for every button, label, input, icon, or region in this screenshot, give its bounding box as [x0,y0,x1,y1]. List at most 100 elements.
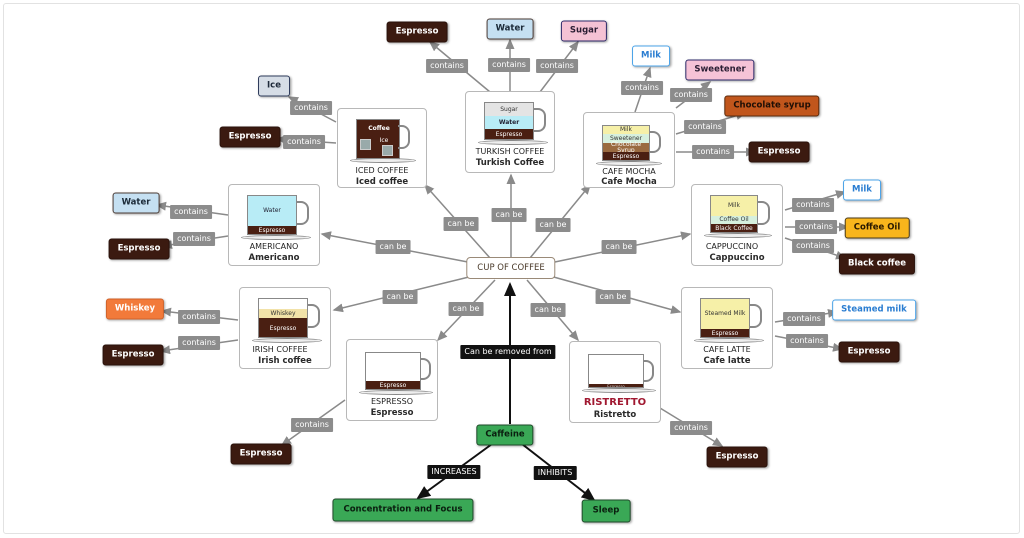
layer-milk: Milk [603,126,649,134]
edge-label-contains: contains [170,205,212,219]
drink-name: ESPRESSO [370,397,414,406]
edge-label-can-be: can be [448,302,484,316]
edge-label-can-be: can be [595,290,631,304]
layer-sugar: Sugar [485,103,533,116]
drink-name: IRISH COFFEE [252,345,308,354]
layer-espresso: Espresso [248,226,296,234]
layer-chocolate-syrup: Chocolate Syrup [603,141,649,153]
layer-espresso: Espresso [366,381,420,389]
topic-whiskey[interactable]: Whiskey [105,298,165,320]
topic-black-coffee[interactable]: Black coffee [838,253,916,275]
edge-label-contains: contains [178,310,220,324]
edge-label-can-be: can be [535,218,571,232]
edge-label-contains: contains [178,336,220,350]
edge-label-contains: contains [488,58,530,72]
topic-chocolate-syrup[interactable]: Chocolate syrup [724,95,820,117]
topic-espresso[interactable]: Espresso [108,238,170,260]
edge-label-contains: contains [290,101,332,115]
drink-card-turkish-coffee[interactable]: Sugar Water Espresso TURKISH COFFEE Turk… [465,91,555,173]
topic-espresso[interactable]: Espresso [838,341,900,363]
edge-label-can-be: can be [375,240,411,254]
layer-steamed-milk: Steamed Milk [701,299,749,329]
edge-label-can-be: can be [601,240,637,254]
drink-card-cafe-mocha[interactable]: Milk Sweetener Chocolate Syrup Espresso … [583,112,675,188]
drink-name: CAFE MOCHA [602,167,656,176]
drink-card-cappuccino[interactable]: Milk Coffee Oil Black Coffee CAPPUCCINO … [691,184,783,266]
cup-illustration: Coffee Ice [350,119,416,163]
cup-illustration: Sugar Water Espresso [478,102,548,146]
cup-illustration: Milk Sweetener Chocolate Syrup Espresso [596,125,662,166]
ice-cube-icon [360,139,371,150]
edge-label-contains: contains [291,418,333,432]
cup-illustration: Whiskey Espresso [252,298,322,344]
topic-espresso[interactable]: Espresso [386,21,448,43]
drink-card-espresso[interactable]: Espresso ESPRESSO Espresso [346,339,438,421]
edge-label-contains: contains [692,145,734,159]
drink-subtitle: Espresso [370,408,414,418]
topic-milk[interactable]: Milk [843,179,881,201]
edge-label-contains: contains [786,334,828,348]
layer-espresso: Espresso [485,129,533,139]
drink-subtitle: Americano [248,253,300,263]
drink-subtitle: Cafe Mocha [601,177,657,187]
drink-name: AMERICANO [249,242,299,251]
drink-subtitle: Irish coffee [258,356,312,366]
ice-cube-icon [382,145,393,156]
topic-espresso[interactable]: Espresso [219,126,281,148]
edge-label-increases: INCREASES [427,465,481,479]
drink-card-irish-coffee[interactable]: Whiskey Espresso IRISH COFFEE Irish coff… [239,287,331,369]
topic-espresso[interactable]: Espresso [706,446,768,468]
layer-milk: Milk [711,196,757,216]
cup-illustration: Water Espresso [241,195,311,241]
topic-coffee-oil[interactable]: Coffee Oil [844,217,910,239]
edge-label-contains: contains [670,88,712,102]
drink-subtitle: Cappuccino [709,253,765,263]
topic-espresso[interactable]: Espresso [102,344,164,366]
topic-ice[interactable]: Ice [258,75,290,97]
drink-name: CAPPUCCINO [705,242,759,251]
edge-label-can-be: can be [382,290,418,304]
layer-coffee: Coffee [368,125,390,132]
topic-milk[interactable]: Milk [632,45,670,67]
edge-label-contains: contains [426,59,468,73]
layer-espresso: Espresso [603,152,649,160]
topic-espresso[interactable]: Espresso [230,443,292,465]
edge-label-contains: contains [795,220,837,234]
topic-water[interactable]: Water [112,192,160,214]
topic-espresso[interactable]: Espresso [748,141,810,163]
drink-name: RISTRETTO [583,397,647,408]
layer-espresso: Espresso [701,329,749,337]
topic-water[interactable]: Water [486,18,534,40]
cup-illustration: Steamed Milk Espresso [694,298,764,344]
edge-label-contains: contains [684,120,726,134]
topic-sweetener[interactable]: Sweetener [685,59,755,81]
cup-illustration: Milk Coffee Oil Black Coffee [704,195,772,241]
edge-label-contains: contains [670,421,712,435]
topic-caffeine[interactable]: Caffeine [476,424,534,446]
drink-card-iced-coffee[interactable]: Coffee Ice ICED COFFEE Iced coffee [337,108,427,188]
drink-subtitle: Cafe latte [703,356,751,366]
edge-label-can-be: can be [491,208,527,222]
edge-label-can-be: can be [530,303,566,317]
topic-sleep[interactable]: Sleep [581,499,631,523]
topic-sugar[interactable]: Sugar [560,20,608,42]
layer-espresso: Espresso [259,318,307,337]
edge-label-can-be-removed-from: Can be removed from [460,345,556,359]
layer-black-coffee: Black Coffee [711,224,757,232]
layer-whiskey: Whiskey [259,309,307,318]
drink-subtitle: Iced coffee [355,177,409,187]
drink-card-ristretto[interactable]: Espresso RISTRETTO Ristretto [569,341,661,423]
edge-label-inhibits: INHIBITS [533,466,577,480]
layer-water: Water [248,196,296,226]
drink-name: TURKISH COFFEE [475,147,545,156]
topic-steamed-milk[interactable]: Steamed milk [832,299,916,321]
drink-card-cafe-latte[interactable]: Steamed Milk Espresso CAFE LATTE Cafe la… [681,287,773,369]
edge-label-contains: contains [283,135,325,149]
topic-concentration-and-focus[interactable]: Concentration and Focus [332,498,474,522]
layer-coffee-oil: Coffee Oil [711,216,757,224]
drink-name: CAFE LATTE [703,345,751,354]
edge-label-contains: contains [536,59,578,73]
edge-label-contains: contains [173,232,215,246]
central-topic-cup-of-coffee[interactable]: CUP OF COFFEE [466,257,556,279]
drink-card-americano[interactable]: Water Espresso AMERICANO Americano [228,184,320,266]
